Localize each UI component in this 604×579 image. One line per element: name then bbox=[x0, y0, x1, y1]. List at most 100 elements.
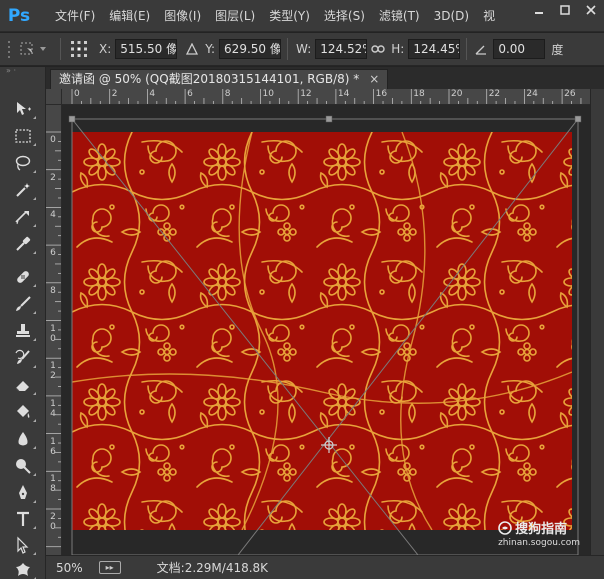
menu-select[interactable]: 选择(S) bbox=[317, 0, 372, 32]
type-tool-icon[interactable] bbox=[10, 507, 36, 531]
ruler-label: 24 bbox=[526, 89, 538, 99]
magic-wand-tool-icon[interactable] bbox=[10, 178, 36, 202]
zoom-level[interactable]: 50% bbox=[56, 561, 83, 575]
transform-tool-preset-icon[interactable] bbox=[14, 40, 54, 58]
menu-image[interactable]: 图像(I) bbox=[157, 0, 208, 32]
ruler-label: 4 bbox=[50, 210, 56, 221]
x-field[interactable]: 515.50 像 bbox=[115, 39, 178, 59]
ruler-label: 8 bbox=[50, 285, 56, 296]
y-label: Y: bbox=[205, 42, 216, 56]
ruler-label: 26 bbox=[564, 89, 576, 99]
y-field[interactable]: 629.50 像 bbox=[219, 39, 282, 59]
menu-file[interactable]: 文件(F) bbox=[48, 0, 102, 32]
crop-tool-icon[interactable] bbox=[10, 205, 36, 229]
ruler-label: 12 bbox=[50, 361, 56, 382]
ruler-label: 22 bbox=[488, 89, 501, 99]
panel-grip-icon: » · bbox=[6, 66, 16, 75]
floral-pattern-image bbox=[72, 132, 572, 530]
vertical-ruler[interactable]: 0 2 4 6 8 10 12 14 16 18 20 bbox=[46, 105, 62, 555]
rotate-angle-icon bbox=[473, 43, 489, 55]
watermark: 搜狗指南 zhinan.sogou.com bbox=[498, 518, 580, 548]
status-info-icon[interactable]: ▸▸ bbox=[98, 561, 121, 574]
ruler-label: 2 bbox=[111, 89, 118, 99]
options-bar: X: 515.50 像 Y: 629.50 像 W: 124.52% H: 12… bbox=[0, 33, 604, 66]
custom-shape-tool-icon[interactable] bbox=[10, 558, 36, 579]
eyedropper-tool-icon[interactable] bbox=[10, 232, 36, 256]
restore-icon[interactable] bbox=[552, 0, 578, 20]
watermark-brand: 搜狗指南 bbox=[498, 518, 580, 537]
menu-type[interactable]: 类型(Y) bbox=[262, 0, 317, 32]
menu-filter[interactable]: 滤镜(T) bbox=[372, 0, 427, 32]
path-selection-tool-icon[interactable] bbox=[10, 533, 36, 557]
history-brush-tool-icon[interactable] bbox=[10, 346, 36, 370]
grip-icon bbox=[6, 39, 14, 59]
w-label: W: bbox=[296, 42, 312, 56]
x-label: X: bbox=[99, 42, 112, 56]
separator bbox=[466, 38, 468, 60]
ruler-label: 2 bbox=[50, 172, 56, 183]
eraser-tool-icon[interactable] bbox=[10, 373, 36, 397]
menu-items: 文件(F) 编辑(E) 图像(I) 图层(L) 类型(Y) 选择(S) 滤镜(T… bbox=[48, 0, 502, 32]
move-tool-icon[interactable] bbox=[10, 97, 36, 121]
status-bar: 50% ▸▸ 文档:2.29M/418.8K bbox=[46, 555, 604, 579]
menu-layer[interactable]: 图层(L) bbox=[208, 0, 262, 32]
canvas-area[interactable] bbox=[62, 105, 590, 555]
ruler-label: 18 bbox=[50, 474, 56, 495]
ruler-label: 4 bbox=[149, 89, 156, 99]
reference-point-icon[interactable] bbox=[67, 40, 91, 58]
angle-unit: 度 bbox=[551, 42, 564, 57]
paint-bucket-tool-icon[interactable] bbox=[10, 400, 36, 424]
ruler-label: 14 bbox=[50, 398, 56, 419]
ruler-label: 14 bbox=[337, 89, 350, 99]
delta-icon[interactable] bbox=[181, 43, 203, 55]
ruler-label: 0 bbox=[74, 89, 80, 99]
tools-panel: » · bbox=[0, 67, 46, 579]
menu-edit[interactable]: 编辑(E) bbox=[102, 0, 157, 32]
sogou-logo-icon bbox=[498, 520, 512, 535]
ruler-label: 20 bbox=[50, 512, 56, 532]
ruler-label: 6 bbox=[187, 89, 193, 99]
document-tab-title: 邀请函 @ 50% (QQ截图20180315144101, RGB/8) * bbox=[59, 72, 360, 86]
close-icon[interactable] bbox=[578, 0, 604, 20]
document-tab-strip: 邀请函 @ 50% (QQ截图20180315144101, RGB/8) * … bbox=[46, 67, 604, 89]
ruler-label: 6 bbox=[50, 248, 56, 259]
ruler-label: 16 bbox=[375, 89, 388, 99]
ruler-label: 8 bbox=[224, 89, 231, 99]
horizontal-ruler[interactable]: 0 2 4 6 8 10 12 14 16 18 20 22 24 26 bbox=[62, 89, 590, 105]
close-icon[interactable]: × bbox=[369, 70, 379, 89]
blur-tool-icon[interactable] bbox=[10, 427, 36, 451]
menu-bar: Ps 文件(F) 编辑(E) 图像(I) 图层(L) 类型(Y) 选择(S) 滤… bbox=[0, 0, 604, 32]
h-label: H: bbox=[391, 42, 405, 56]
angle-field[interactable]: 0.00 bbox=[493, 39, 546, 59]
window-controls bbox=[526, 0, 604, 22]
ruler-label: 18 bbox=[413, 89, 425, 99]
clone-stamp-tool-icon[interactable] bbox=[10, 319, 36, 343]
brush-tool-icon[interactable] bbox=[10, 292, 36, 316]
photoshop-logo: Ps bbox=[7, 5, 31, 26]
ruler-label: 10 bbox=[262, 89, 274, 99]
link-icon[interactable] bbox=[367, 44, 389, 54]
ruler-origin[interactable] bbox=[46, 89, 62, 105]
menu-3d[interactable]: 3D(D) bbox=[427, 0, 476, 32]
healing-brush-tool-icon[interactable] bbox=[10, 265, 36, 289]
minimize-icon[interactable] bbox=[526, 0, 552, 20]
dodge-tool-icon[interactable] bbox=[10, 454, 36, 478]
ruler-label: 16 bbox=[50, 436, 56, 457]
menu-view[interactable]: 视 bbox=[476, 0, 502, 32]
ruler-label: 12 bbox=[300, 89, 312, 99]
marquee-tool-icon[interactable] bbox=[10, 124, 36, 148]
watermark-brand-text: 搜狗指南 bbox=[515, 522, 568, 537]
document-size-info[interactable]: 文档:2.29M/418.8K bbox=[157, 559, 268, 576]
pen-tool-icon[interactable] bbox=[10, 481, 36, 505]
ruler-label: 0 bbox=[50, 135, 56, 145]
separator bbox=[60, 38, 61, 60]
ruler-label: 10 bbox=[50, 323, 56, 344]
lasso-tool-icon[interactable] bbox=[10, 151, 36, 175]
watermark-url: zhinan.sogou.com bbox=[498, 538, 580, 548]
width-field[interactable]: 124.52% bbox=[315, 39, 368, 59]
height-field[interactable]: 124.45% bbox=[408, 39, 461, 59]
ruler-label: 20 bbox=[451, 89, 463, 99]
document-tab[interactable]: 邀请函 @ 50% (QQ截图20180315144101, RGB/8) * … bbox=[50, 69, 389, 89]
separator bbox=[287, 38, 289, 60]
vertical-scrollbar[interactable] bbox=[590, 89, 604, 555]
